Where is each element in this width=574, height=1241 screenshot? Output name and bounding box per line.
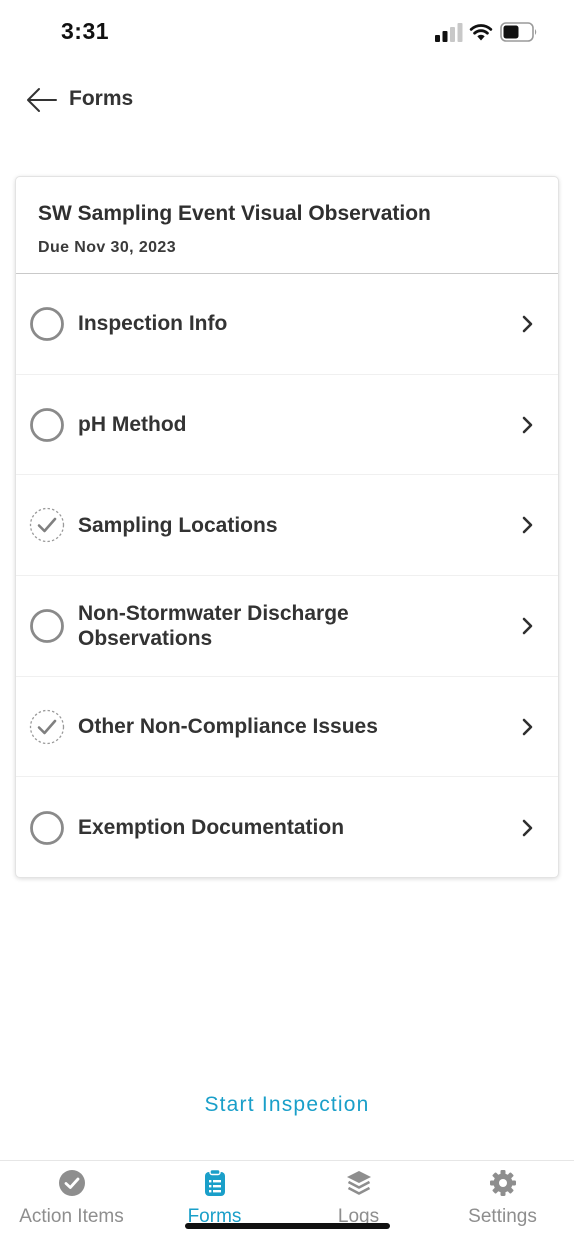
form-section-item[interactable]: pH Method [16, 375, 558, 476]
empty-circle-icon [30, 810, 64, 845]
form-section-item[interactable]: Non-Stormwater Discharge Observations [16, 576, 558, 677]
tab-action-items[interactable]: Action Items [0, 1161, 143, 1241]
checked-circle-icon [29, 709, 65, 744]
form-section-item[interactable]: Sampling Locations [16, 475, 558, 577]
check-circle-icon [58, 1170, 85, 1196]
start-inspection-button[interactable]: Start Inspection [0, 1093, 574, 1117]
tab-settings[interactable]: Settings [431, 1161, 574, 1241]
checked-circle-icon [29, 508, 65, 543]
tab-label: Action Items [19, 1206, 124, 1227]
form-section-list: Inspection Info pH Method Sampling Locatio… [16, 274, 558, 877]
empty-circle-icon [30, 609, 64, 643]
form-section-label: Inspection Info [78, 312, 228, 336]
layers-icon [346, 1171, 371, 1195]
cellular-signal-icon [435, 23, 463, 42]
form-due-date: Due Nov 30, 2023 [38, 239, 177, 256]
form-section-label: Sampling Locations [78, 513, 278, 537]
nav-header: Forms [0, 76, 574, 124]
form-title: SW Sampling Event Visual Observation [38, 202, 431, 225]
form-card-header: SW Sampling Event Visual Observation Due… [16, 177, 558, 274]
status-bar: 3:31 [0, 0, 574, 64]
chevron-right-icon [522, 617, 533, 635]
clipboard-icon [204, 1169, 225, 1196]
form-section-label: Other Non-Compliance Issues [78, 715, 378, 739]
arrow-left-icon [27, 88, 57, 112]
form-section-label: Non-Stormwater Discharge Observations [78, 601, 349, 650]
empty-circle-icon [30, 407, 64, 442]
home-indicator [185, 1223, 390, 1229]
empty-circle-icon [30, 306, 64, 341]
tab-label: Settings [468, 1206, 537, 1227]
chevron-right-icon [522, 315, 533, 333]
chevron-right-icon [522, 718, 533, 735]
form-section-item[interactable]: Exemption Documentation [16, 777, 558, 877]
back-button[interactable] [22, 82, 62, 118]
form-section-label: Exemption Documentation [78, 816, 345, 840]
form-section-item[interactable]: Other Non-Compliance Issues [16, 677, 558, 778]
page-title: Forms [69, 87, 134, 110]
tab-logs[interactable]: Logs [287, 1161, 430, 1241]
chevron-right-icon [522, 819, 533, 837]
form-card: SW Sampling Event Visual Observation Due… [15, 176, 559, 878]
form-section-label: pH Method [78, 413, 187, 437]
status-time: 3:31 [61, 18, 110, 44]
form-section-item[interactable]: Inspection Info [16, 274, 558, 375]
wifi-icon [469, 24, 493, 41]
chevron-right-icon [522, 416, 533, 433]
gear-icon [489, 1170, 516, 1196]
chevron-right-icon [522, 516, 533, 534]
battery-icon [500, 22, 537, 42]
tab-forms[interactable]: Forms [143, 1161, 286, 1241]
